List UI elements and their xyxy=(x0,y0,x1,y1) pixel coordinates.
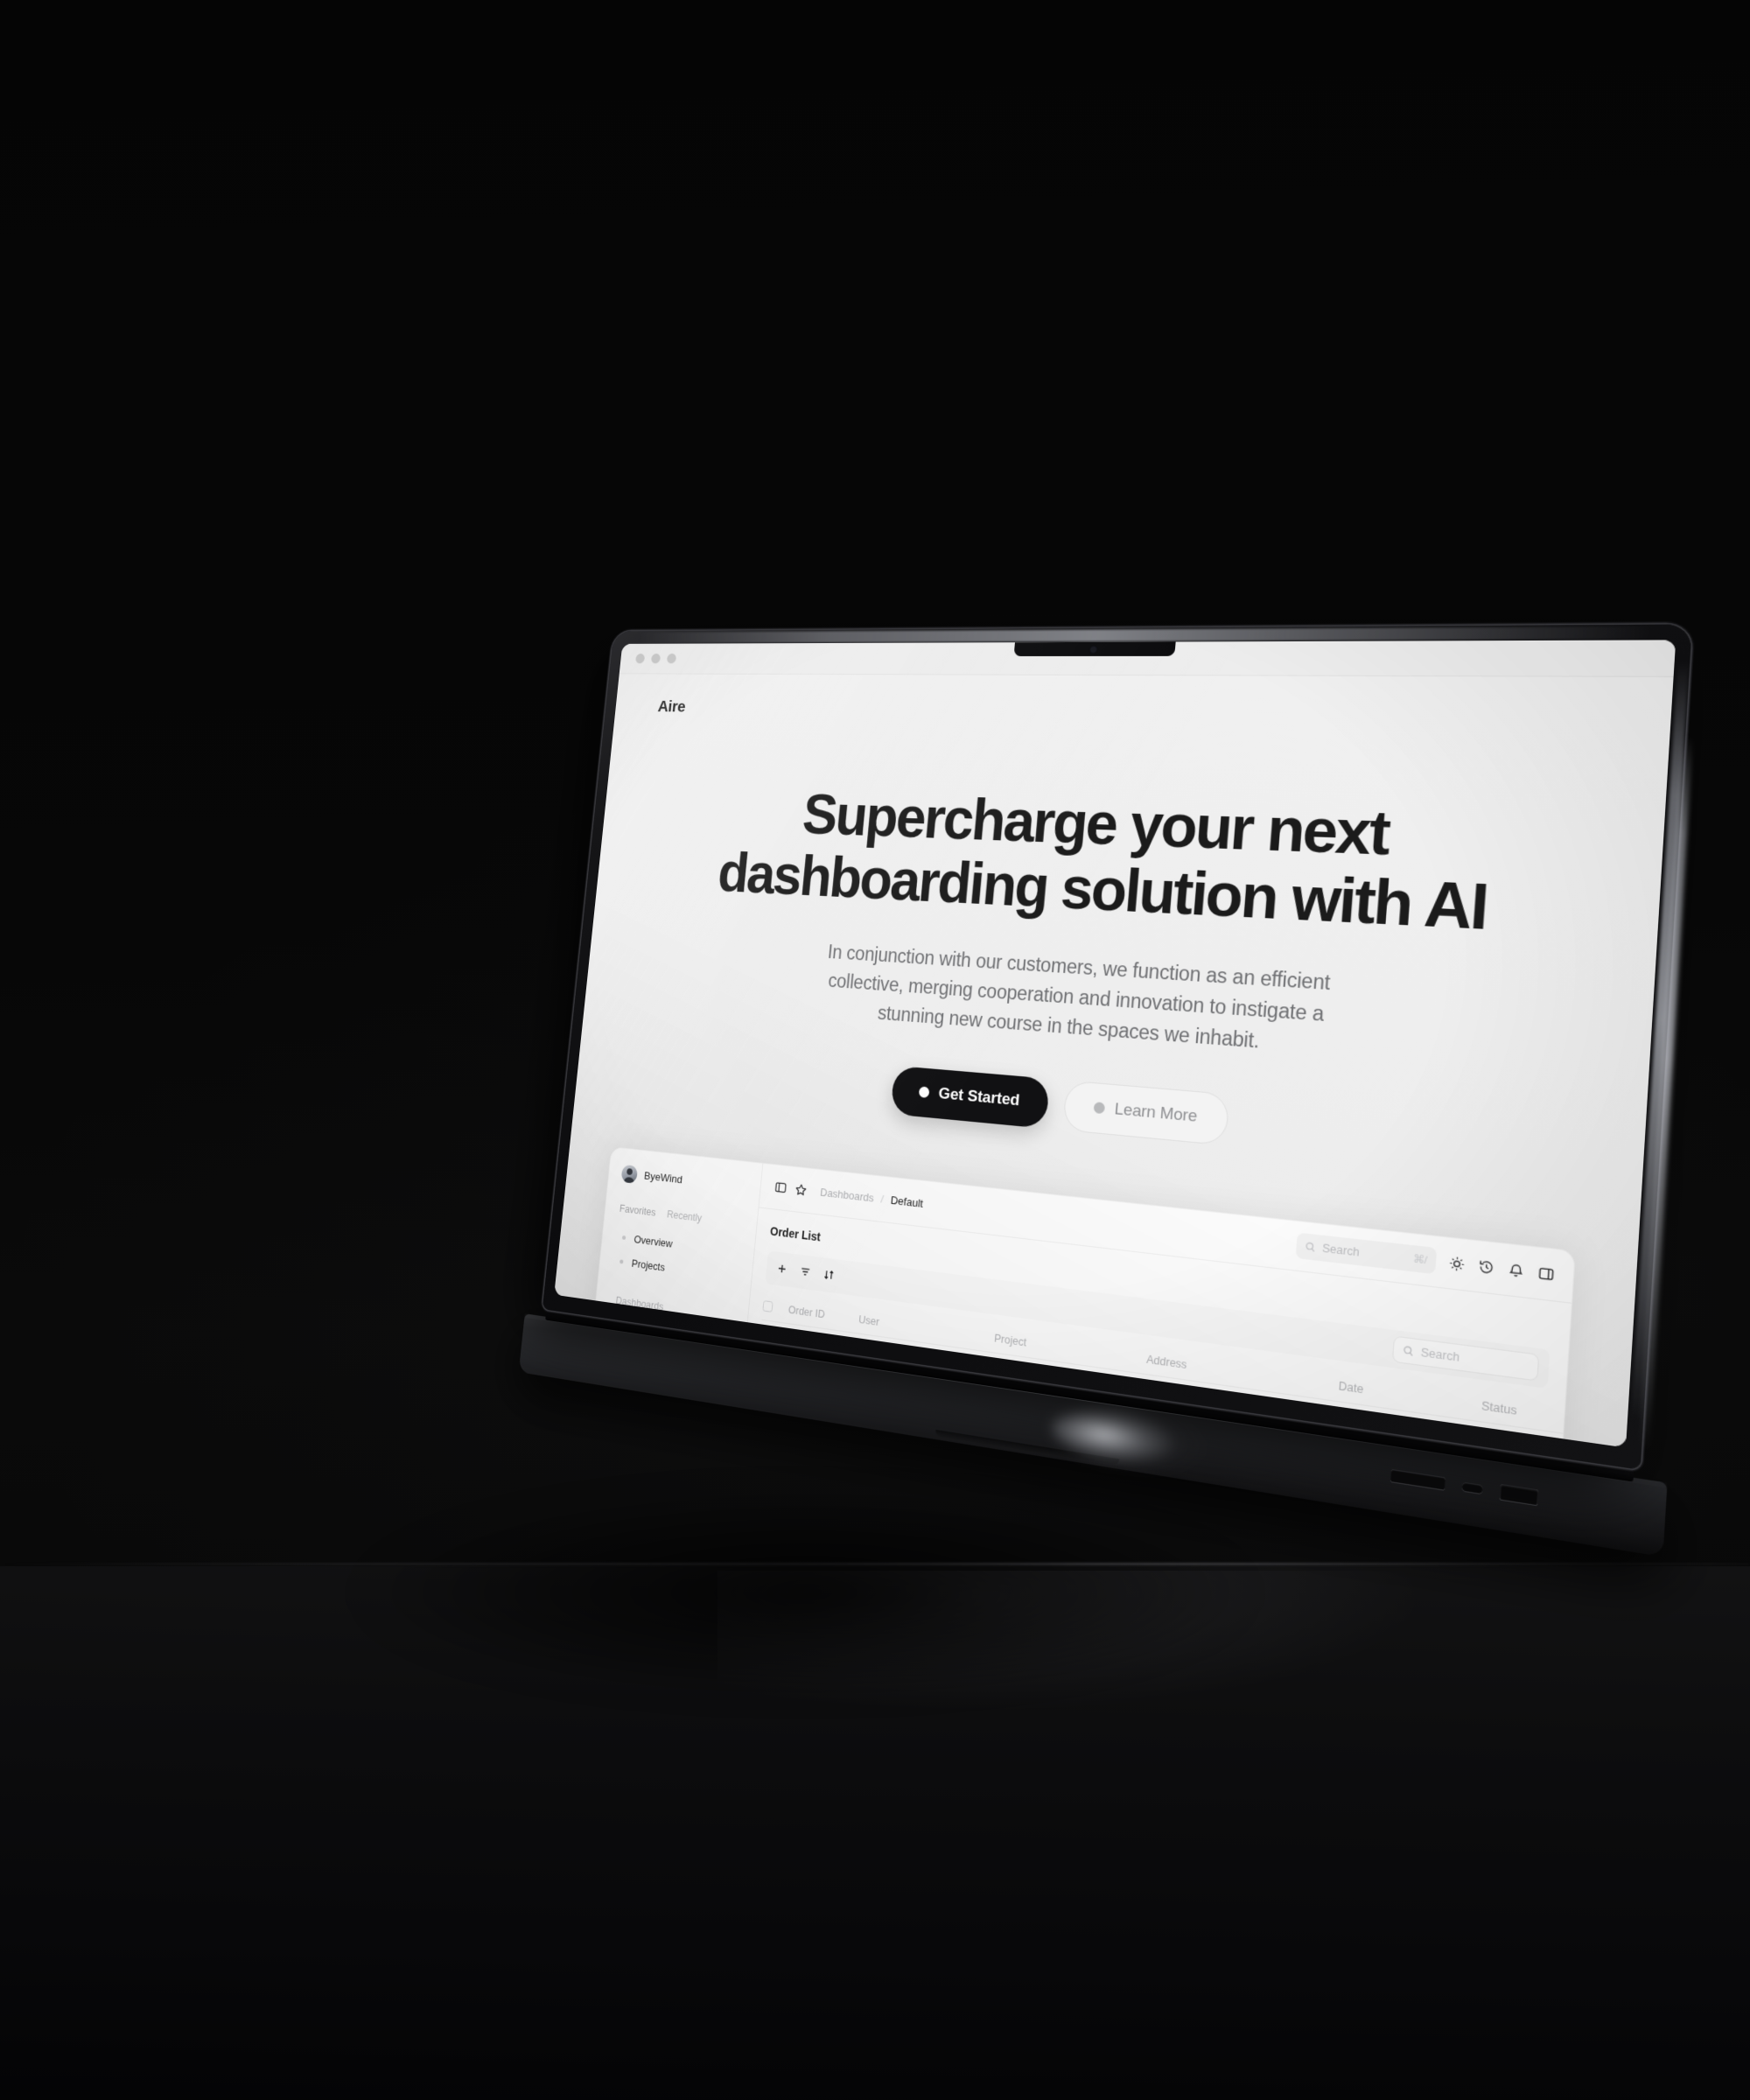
search-shortcut-hint: ⌘/ xyxy=(1412,1254,1428,1267)
chevron-right-icon[interactable]: ▸ xyxy=(609,1344,618,1354)
hero-subtext: In conjunction with our customers, we fu… xyxy=(827,941,1332,1053)
dashboard-preview: ByeWind Favorites Recently Overview Proj… xyxy=(575,1146,1576,1448)
sidebar-user[interactable]: ByeWind xyxy=(620,1164,751,1197)
order-list-search-placeholder: Search xyxy=(1420,1345,1460,1364)
sidebar-item-online-courses[interactable]: ▸ Online Courses xyxy=(598,1383,729,1429)
browser-titlebar xyxy=(619,640,1676,677)
row-select-cell xyxy=(753,1359,784,1404)
select-all-checkbox[interactable] xyxy=(762,1300,774,1313)
search-icon xyxy=(1305,1241,1317,1253)
cell-user: Kate Morrison xyxy=(850,1374,990,1437)
sidebar-item-projects-dash[interactable]: ▸ Projects xyxy=(600,1360,732,1404)
panel-right-icon[interactable] xyxy=(1537,1264,1556,1283)
sidebar-section-dashboards: Dashboards xyxy=(615,1294,664,1313)
row-checkbox[interactable] xyxy=(755,1374,766,1387)
window-close-button[interactable] xyxy=(634,653,646,664)
sidebar-tab-recently[interactable]: Recently xyxy=(667,1208,703,1224)
cell-address: Meadow Lane Oakland xyxy=(1141,1374,1338,1446)
search-icon xyxy=(1402,1344,1414,1357)
hero-heading: Supercharge your next dashboarding solut… xyxy=(685,780,1535,945)
chevron-right-icon[interactable]: ▸ xyxy=(604,1392,612,1403)
column-header-status[interactable]: Status xyxy=(1480,1385,1576,1442)
sidebar-item-label: Projects xyxy=(637,1371,672,1389)
shopping-bag-icon xyxy=(623,1344,634,1358)
primary-cta-dot-icon xyxy=(918,1086,930,1099)
bell-icon[interactable] xyxy=(1507,1262,1525,1280)
site-logo[interactable]: Aire xyxy=(657,697,686,716)
breadcrumb-parent[interactable]: Dashboards xyxy=(820,1186,875,1204)
column-header-date[interactable]: Date xyxy=(1337,1366,1483,1422)
cell-status: In Progress xyxy=(1477,1421,1576,1448)
hero-heading-line-2: dashboarding solution with AI xyxy=(715,841,1489,943)
laptop-stage: Aire About Pricing Blog Supercharge your… xyxy=(0,0,1750,2100)
cell-order-id: #CM9802 xyxy=(779,1363,854,1416)
sd-card-port xyxy=(1390,1468,1446,1490)
user-name: Kate Morrison xyxy=(874,1391,939,1414)
column-header-project[interactable]: Project xyxy=(992,1320,1149,1375)
status-text: In Progress xyxy=(1492,1439,1559,1448)
bullet-icon xyxy=(620,1259,624,1264)
laptop-mockup: Aire About Pricing Blog Supercharge your… xyxy=(518,624,1693,1600)
sidebar-item-label: Overview xyxy=(633,1233,674,1250)
global-search-input[interactable]: Search ⌘/ xyxy=(1295,1232,1438,1275)
website-viewport: Aire About Pricing Blog Supercharge your… xyxy=(554,674,1674,1448)
learn-more-label: Learn More xyxy=(1113,1100,1199,1126)
global-search-placeholder: Search xyxy=(1321,1242,1361,1260)
cell-user: Drew Cano xyxy=(845,1415,986,1448)
history-icon[interactable] xyxy=(1478,1258,1495,1277)
dashboard-content: Order List Search Order ID User Project … xyxy=(729,1208,1576,1448)
breadcrumb-current: Default xyxy=(890,1194,924,1210)
avatar xyxy=(620,1164,639,1184)
get-started-button[interactable]: Get Started xyxy=(890,1065,1050,1129)
bullet-icon xyxy=(621,1236,626,1241)
sidebar-item-label: Projects xyxy=(631,1256,666,1274)
avatar xyxy=(847,1426,865,1447)
secondary-cta-dot-icon xyxy=(1093,1102,1105,1115)
sidebar-tabs: Favorites Recently xyxy=(618,1202,747,1229)
topbar-actions: Search ⌘/ xyxy=(1295,1232,1556,1288)
hero-section: Supercharge your next dashboarding solut… xyxy=(577,739,1670,1186)
base-front-notch xyxy=(934,1429,1120,1466)
breadcrumb-separator: / xyxy=(880,1192,885,1206)
status-badge: In Progress xyxy=(1478,1438,1576,1448)
row-checkbox[interactable] xyxy=(751,1414,763,1427)
sidebar-tab-favorites[interactable]: Favorites xyxy=(619,1202,656,1218)
add-icon[interactable] xyxy=(776,1262,788,1276)
hdmi-port xyxy=(1499,1483,1539,1506)
book-icon xyxy=(618,1393,630,1407)
folder-icon xyxy=(620,1368,633,1382)
sun-icon[interactable] xyxy=(1448,1255,1466,1272)
sidebar-user-name: ByeWind xyxy=(643,1169,683,1186)
sidebar-toggle-icon[interactable] xyxy=(774,1180,788,1195)
select-all-header xyxy=(761,1288,790,1324)
usb-c-port xyxy=(1461,1480,1484,1494)
dashboard-sidebar: ByeWind Favorites Recently Overview Proj… xyxy=(576,1147,764,1448)
sidebar-item-label: eCommerce xyxy=(640,1347,691,1367)
learn-more-button[interactable]: Learn More xyxy=(1061,1080,1230,1146)
window-maximize-button[interactable] xyxy=(666,653,677,664)
cell-order-id: #CM9803 xyxy=(775,1404,850,1448)
hero-cta-row: Get Started Learn More xyxy=(604,1041,1605,1181)
row-select-cell xyxy=(750,1399,780,1445)
sidebar-item-label: Online Courses xyxy=(634,1396,701,1419)
laptop-screen: Aire About Pricing Blog Supercharge your… xyxy=(554,640,1676,1448)
chevron-right-icon[interactable]: ▸ xyxy=(606,1368,615,1379)
scene: Aire About Pricing Blog Supercharge your… xyxy=(0,0,1750,2100)
filter-icon[interactable] xyxy=(799,1265,811,1279)
sort-icon[interactable] xyxy=(822,1268,835,1282)
laptop-ports xyxy=(1390,1467,1539,1506)
window-minimize-button[interactable] xyxy=(650,653,662,664)
get-started-label: Get Started xyxy=(937,1084,1021,1110)
column-header-address[interactable]: Address xyxy=(1144,1340,1340,1402)
star-icon[interactable] xyxy=(794,1182,808,1198)
breadcrumb: Dashboards / Default xyxy=(820,1186,924,1210)
order-list-search-input[interactable]: Search xyxy=(1391,1335,1540,1382)
avatar xyxy=(850,1385,870,1406)
user-name: Drew Cano xyxy=(871,1432,923,1448)
